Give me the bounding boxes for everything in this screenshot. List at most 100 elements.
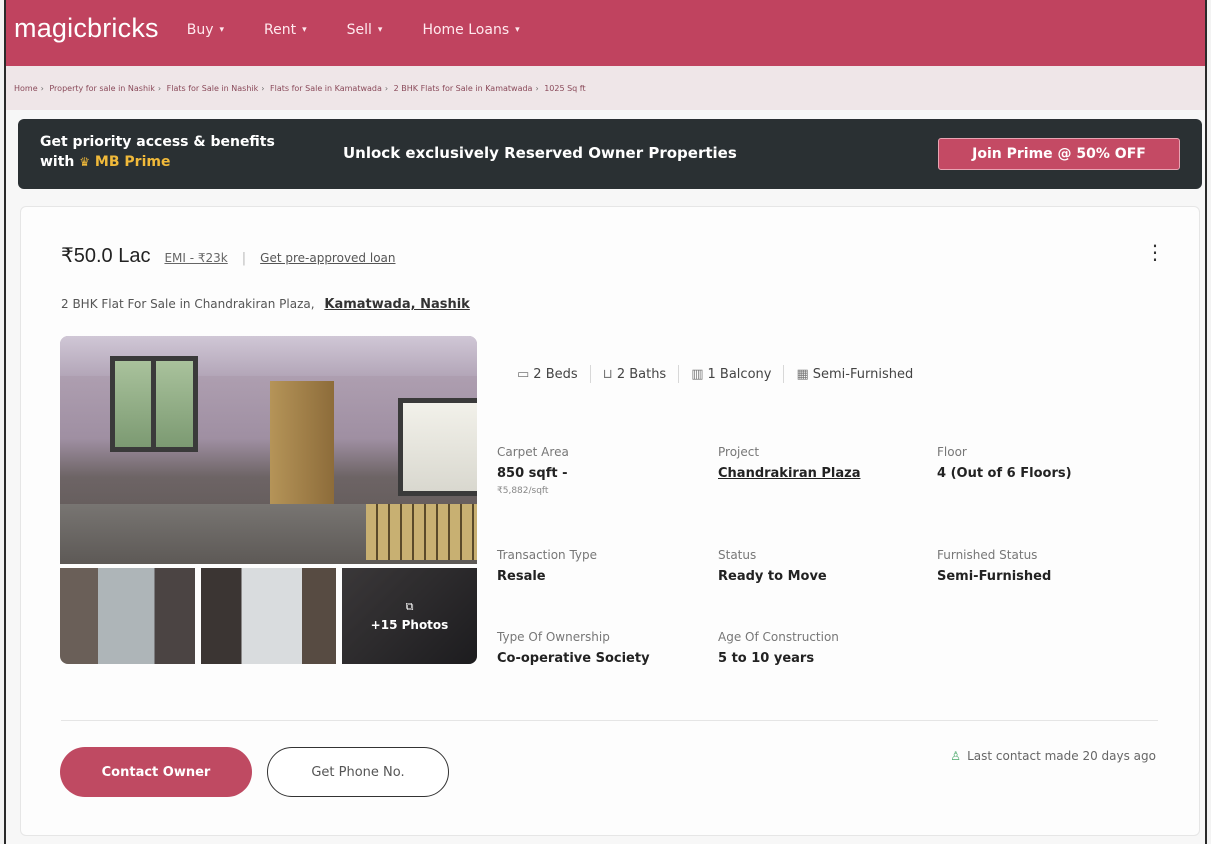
nav-sell-label: Sell: [346, 22, 372, 38]
nav-buy[interactable]: Buy ▾: [187, 22, 224, 38]
detail-price-per-sqft: ₹5,882/sqft: [497, 486, 549, 496]
listing-title-text: 2 BHK Flat For Sale in Chandrakiran Plaz…: [61, 297, 315, 311]
prime-line-1: Get priority access & benefits: [40, 134, 275, 150]
detail-value: 850 sqft -: [497, 466, 568, 481]
price-row: ₹50.0 Lac EMI - ₹23k | Get pre-approved …: [61, 243, 396, 268]
balcony-icon: ▥: [691, 366, 704, 382]
more-photos-overlay: ⧉ +15 Photos: [342, 568, 477, 664]
page-frame: magicbricks Buy ▾ Rent ▾ Sell ▾ Home Loa…: [4, 0, 1207, 844]
amenity-baths-label: 2 Baths: [616, 366, 667, 382]
detail-value: 4 (Out of 6 Floors): [937, 466, 1072, 481]
amenity-balcony: ▥ 1 Balcony: [691, 367, 771, 382]
amenity-divider: [589, 365, 591, 383]
prime-promo-text: Get priority access & benefits with ♛ MB…: [40, 132, 275, 172]
detail-status: Status Ready to Move: [718, 548, 827, 584]
breadcrumb-flats-nashik[interactable]: Flats for Sale in Nashik: [167, 84, 259, 93]
top-header: magicbricks Buy ▾ Rent ▾ Sell ▾ Home Loa…: [6, 0, 1205, 66]
breadcrumb-separator: ›: [157, 84, 162, 93]
photo-detail: [110, 356, 198, 452]
more-options-icon[interactable]: ⋮: [1145, 242, 1165, 262]
detail-transaction-type: Transaction Type Resale: [497, 548, 597, 584]
breadcrumb-separator: ›: [40, 84, 44, 93]
user-icon: ♙: [950, 749, 962, 763]
detail-label: Carpet Area: [497, 445, 569, 459]
detail-label: Type Of Ownership: [497, 630, 610, 644]
get-phone-button[interactable]: Get Phone No.: [267, 747, 449, 797]
detail-label: Transaction Type: [497, 548, 598, 562]
nav-rent-label: Rent: [264, 22, 297, 38]
detail-value: Semi-Furnished: [937, 569, 1052, 584]
pre-approved-loan-link[interactable]: Get pre-approved loan: [260, 251, 395, 265]
chevron-down-icon: ▾: [377, 25, 383, 35]
main-photo[interactable]: [60, 336, 477, 564]
breadcrumb-flats-kamatwada[interactable]: Flats for Sale in Kamatwada: [270, 84, 382, 93]
last-contact-text: Last contact made 20 days ago: [967, 749, 1156, 763]
detail-furnished-status: Furnished Status Semi-Furnished: [937, 548, 1051, 584]
detail-label: Furnished Status: [937, 548, 1038, 562]
nav-sell[interactable]: Sell ▾: [347, 22, 383, 38]
detail-label: Age Of Construction: [718, 630, 839, 644]
main-nav: Buy ▾ Rent ▾ Sell ▾ Home Loans ▾: [187, 22, 560, 38]
card-divider: [61, 720, 1158, 721]
detail-value: Co-operative Society: [497, 651, 650, 666]
project-link[interactable]: Chandrakiran Plaza: [718, 466, 860, 481]
amenity-baths: ⊔ 2 Baths: [603, 367, 667, 382]
listing-price: ₹50.0 Lac: [61, 245, 151, 267]
prime-banner: Get priority access & benefits with ♛ MB…: [18, 119, 1202, 189]
breadcrumb-home[interactable]: Home: [14, 84, 38, 93]
detail-age-of-construction: Age Of Construction 5 to 10 years: [718, 630, 839, 666]
detail-label: Project: [718, 445, 760, 459]
nav-buy-label: Buy: [186, 22, 214, 38]
bed-icon: ▭: [517, 366, 530, 382]
listing-location-link[interactable]: Kamatwada, Nashik: [324, 297, 469, 312]
contact-owner-button[interactable]: Contact Owner: [60, 747, 252, 797]
detail-floor: Floor 4 (Out of 6 Floors): [937, 445, 1072, 481]
thumbnail-more-photos[interactable]: ⧉ +15 Photos: [342, 568, 477, 664]
chevron-down-icon: ▾: [219, 25, 225, 35]
detail-carpet-area: Carpet Area 850 sqft - ₹5,882/sqft: [497, 445, 569, 496]
detail-value: Resale: [497, 569, 546, 584]
breadcrumb-separator: ›: [261, 84, 265, 93]
more-photos-count: +15 Photos: [370, 618, 449, 632]
amenity-furnishing: ▦ Semi-Furnished: [796, 367, 913, 382]
breadcrumb-2bhk-kamatwada[interactable]: 2 BHK Flats for Sale in Kamatwada: [394, 84, 533, 93]
bath-icon: ⊔: [602, 366, 613, 382]
detail-label: Floor: [937, 445, 967, 459]
listing-title: 2 BHK Flat For Sale in Chandrakiran Plaz…: [61, 297, 470, 312]
chevron-down-icon: ▾: [302, 25, 307, 35]
breadcrumb-property-nashik[interactable]: Property for sale in Nashik: [49, 84, 155, 93]
prime-brand: MB Prime: [94, 154, 171, 170]
detail-project: Project Chandrakiran Plaza: [718, 445, 860, 481]
breadcrumb-current: 1025 Sq ft: [544, 84, 586, 93]
site-logo[interactable]: magicbricks: [14, 13, 159, 44]
prime-line-2-prefix: with: [40, 154, 75, 170]
photo-detail: [366, 504, 477, 560]
detail-label: Status: [718, 548, 757, 562]
chevron-down-icon: ▾: [515, 25, 520, 35]
nav-home-loans-label: Home Loans: [422, 22, 510, 38]
nav-home-loans[interactable]: Home Loans ▾: [422, 22, 519, 38]
detail-value: 5 to 10 years: [718, 651, 815, 666]
amenity-furnishing-label: Semi-Furnished: [812, 366, 914, 382]
photo-thumbnails: ⧉ +15 Photos: [60, 568, 477, 664]
amenity-divider: [783, 365, 785, 383]
listing-card: ₹50.0 Lac EMI - ₹23k | Get pre-approved …: [20, 206, 1200, 836]
breadcrumb: Home › Property for sale in Nashik › Flats…: [14, 84, 589, 93]
join-prime-button[interactable]: Join Prime @ 50% OFF: [938, 138, 1180, 170]
crown-icon: ♛: [79, 155, 91, 169]
photo-detail: [398, 398, 477, 496]
breadcrumb-separator: ›: [384, 84, 389, 93]
emi-link[interactable]: EMI - ₹23k: [164, 251, 227, 265]
prime-line-2: with ♛ MB Prime: [40, 152, 275, 172]
last-contact-info: ♙ Last contact made 20 days ago: [950, 749, 1156, 763]
prime-headline: Unlock exclusively Reserved Owner Proper…: [343, 144, 737, 162]
amenity-balcony-label: 1 Balcony: [707, 366, 772, 382]
amenity-beds-label: 2 Beds: [533, 366, 578, 382]
price-divider: |: [241, 251, 247, 266]
amenity-divider: [678, 365, 680, 383]
detail-value: Ready to Move: [718, 569, 827, 584]
thumbnail-1[interactable]: [60, 568, 195, 664]
thumbnail-2[interactable]: [201, 568, 336, 664]
amenity-beds: ▭ 2 Beds: [517, 367, 578, 382]
nav-rent[interactable]: Rent ▾: [264, 22, 307, 38]
